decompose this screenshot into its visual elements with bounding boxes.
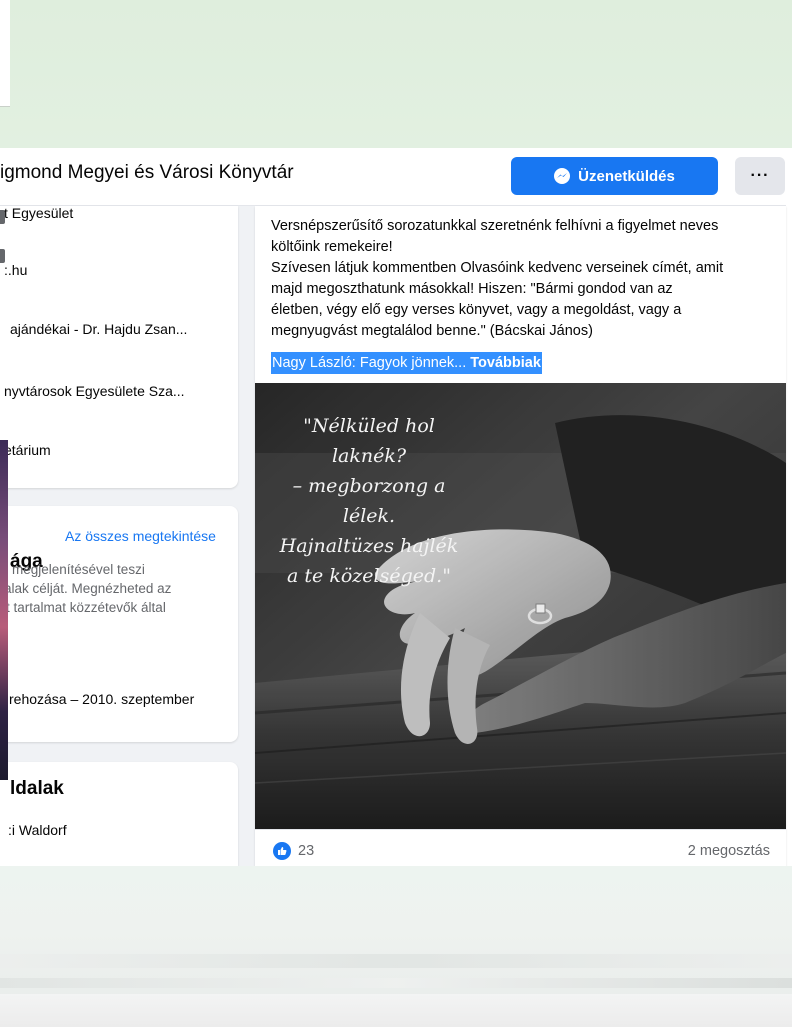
cover-divider	[0, 106, 10, 107]
poem-overlay: "Nélküled hol laknék? – megborzong a lél…	[279, 411, 459, 591]
post-line: megnyugvást megtalálod benne." (Bácskai …	[271, 323, 593, 339]
more-options-button[interactable]: ···	[735, 157, 785, 195]
cover-left-edge	[0, 0, 10, 106]
bottom-background	[0, 866, 792, 1027]
messenger-icon	[554, 168, 571, 184]
decorative-stripe	[0, 978, 792, 988]
info-item-website[interactable]: :.hu	[4, 262, 27, 278]
decorative-stripe	[0, 994, 792, 1027]
see-more-link[interactable]: Továbbiak	[470, 355, 541, 371]
post-photo[interactable]: "Nélküled hol laknék? – megborzong a lél…	[255, 383, 786, 829]
founded-date: rehozása – 2010. szeptember	[9, 691, 195, 707]
see-all-link[interactable]: Az összes megtekintése	[65, 528, 216, 544]
profile-image-edge	[0, 440, 8, 780]
info-item-gifts[interactable]: ajándékai - Dr. Hajdu Zsan...	[10, 321, 187, 337]
post-card: Versnépszerűsítő sorozatunkkal szeretnén…	[255, 206, 786, 866]
message-button[interactable]: Üzenetküldés	[511, 157, 718, 195]
message-button-label: Üzenetküldés	[578, 167, 675, 185]
pages-heading: ldalak	[10, 778, 64, 799]
post-line: életben, végy elő egy verses könyvet, va…	[271, 302, 682, 318]
post-line: majd megoszthatunk másokkal! Hiszen: "Bá…	[271, 281, 673, 297]
poem-line: – megborzong a lélek.	[292, 475, 446, 527]
info-item-librarians[interactable]: nyvtárosok Egyesülete Sza...	[4, 383, 185, 399]
about-line: t tartalmat közzétevők által	[6, 600, 166, 615]
post-line: költőink remekeire!	[271, 239, 393, 255]
about-line: alak célját. Megnézheted az	[4, 581, 172, 596]
about-line: megjelenítésével teszi	[12, 562, 145, 577]
website-icon	[0, 249, 5, 263]
post-line: Szívesen látjuk kommentben Olvasóink ked…	[271, 260, 724, 276]
post-selected-text: Nagy László: Fagyok jönnek... Továbbiak	[271, 352, 542, 374]
page-title: igmond Megyei és Városi Könyvtár	[0, 162, 294, 183]
poem-line: "Nélküled hol laknék?	[303, 415, 435, 467]
post-footer: 23 2 megosztás	[255, 829, 786, 866]
post-text: Versnépszerűsítő sorozatunkkal szeretnén…	[271, 216, 779, 342]
about-description: megjelenítésével teszi alak célját. Megn…	[0, 560, 236, 617]
page-item-waldorf[interactable]: :i Waldorf	[8, 822, 67, 838]
poem-line: a te közelséged."	[287, 565, 451, 587]
more-icon: ···	[750, 167, 770, 184]
decorative-stripe	[0, 954, 792, 968]
like-icon[interactable]	[273, 842, 291, 860]
info-item-planetarium[interactable]: etárium	[4, 442, 51, 458]
post-line: Versnépszerűsítő sorozatunkkal szeretnén…	[271, 218, 719, 234]
cover-band	[0, 0, 792, 148]
info-item-association[interactable]: t Egyesület	[4, 205, 73, 221]
poem-line: Hajnaltüzes hajlék	[279, 535, 459, 557]
poem-title: Nagy László: Fagyok jönnek...	[272, 355, 467, 371]
share-count[interactable]: 2 megosztás	[688, 843, 770, 859]
page-header: igmond Megyei és Városi Könyvtár Üzenetk…	[0, 148, 786, 206]
reaction-count[interactable]: 23	[298, 843, 314, 859]
